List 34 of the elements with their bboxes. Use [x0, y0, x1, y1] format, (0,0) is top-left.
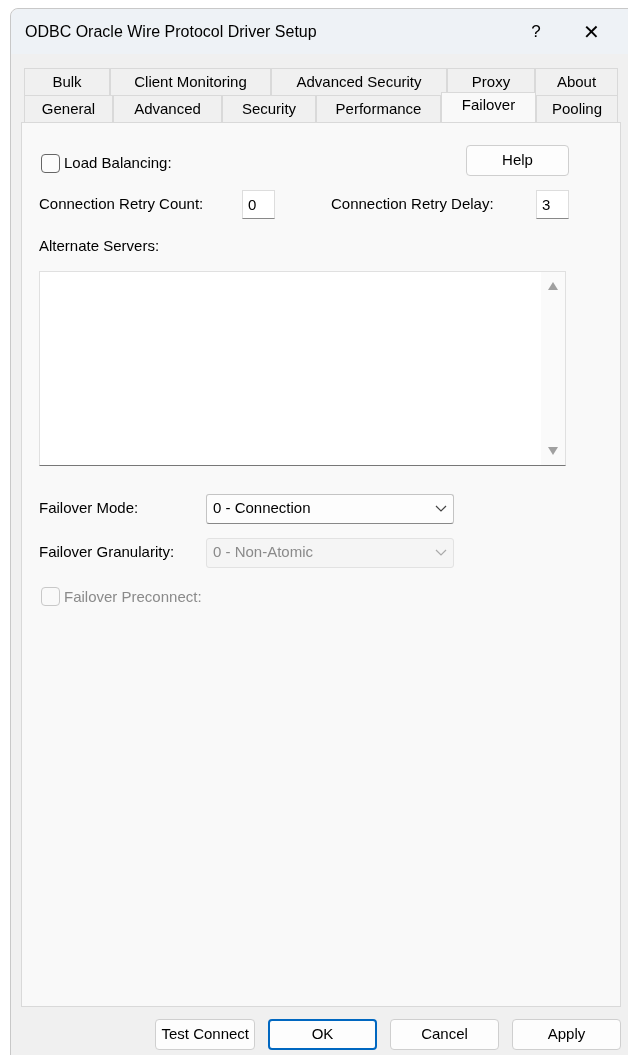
field-label: Failover Granularity:	[39, 542, 176, 563]
checkbox-label: Failover Preconnect:	[64, 586, 202, 607]
tab[interactable]: Bulk	[24, 68, 110, 95]
dropdown[interactable]: 0 - Connection	[206, 493, 454, 524]
tab[interactable]: Client Monitoring	[110, 68, 271, 95]
field-label: Connection Retry Count:	[39, 194, 205, 215]
scroll-down-icon[interactable]	[548, 446, 558, 455]
dialog-button[interactable]: Cancel	[390, 1019, 499, 1050]
tab[interactable]: Advanced	[113, 95, 222, 122]
checkbox-label: Load Balancing:	[64, 153, 172, 173]
field-label: Failover Mode:	[39, 498, 140, 519]
dialog-button[interactable]: Apply	[512, 1019, 621, 1050]
help-button[interactable]: ?	[521, 18, 551, 45]
checkbox[interactable]	[41, 153, 60, 173]
field-label: Alternate Servers:	[39, 236, 161, 256]
dialog-button[interactable]: Test Connect	[155, 1019, 255, 1050]
tab[interactable]: Performance	[316, 95, 441, 122]
tab[interactable]: Security	[222, 95, 316, 122]
scroll-up-icon[interactable]	[548, 281, 558, 290]
help-button[interactable]: Help	[466, 145, 569, 176]
input-field[interactable]: 3	[536, 190, 569, 219]
input-field[interactable]: 0	[242, 190, 275, 219]
scrollbar[interactable]	[541, 271, 565, 465]
chevron-down-icon	[435, 505, 447, 512]
tab[interactable]: Failover	[441, 92, 536, 122]
tab[interactable]: Advanced Security	[271, 68, 447, 95]
tab[interactable]: About	[535, 68, 618, 95]
field-label: Connection Retry Delay:	[331, 194, 495, 215]
tab[interactable]: Pooling	[536, 95, 618, 122]
chevron-down-icon	[435, 549, 447, 556]
dialog-button[interactable]: OK	[268, 1019, 377, 1050]
tab[interactable]: General	[24, 95, 113, 122]
close-button[interactable]: ✕	[576, 16, 606, 47]
window-title: ODBC Oracle Wire Protocol Driver Setup	[25, 21, 318, 42]
